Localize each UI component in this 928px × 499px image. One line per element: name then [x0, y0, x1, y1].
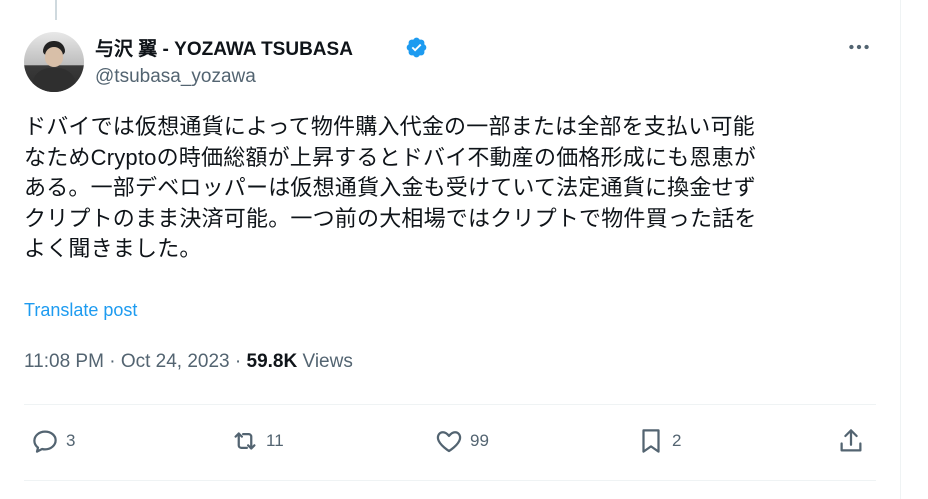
share-icon [840, 429, 862, 452]
like-count: 99 [470, 431, 489, 450]
author-handle[interactable]: @tsubasa_yozawa [95, 66, 256, 88]
reply-count: 3 [66, 431, 76, 450]
bookmark-count: 2 [672, 431, 682, 450]
repost-count: 11 [266, 431, 284, 450]
more-icon[interactable] [846, 34, 872, 60]
tweet-meta: 11:08 PM · Oct 24, 2023 · 59.8K Views [24, 351, 353, 373]
divider [24, 404, 876, 405]
divider [24, 480, 876, 481]
meta-separator: · [234, 351, 242, 372]
author-display-name[interactable]: 与沢 翼 - YOZAWA TSUBASA [95, 34, 353, 61]
tweet-date[interactable]: Oct 24, 2023 [121, 351, 230, 372]
column-border [900, 0, 901, 499]
bookmark-icon [642, 429, 660, 453]
views-count[interactable]: 59.8K [247, 351, 298, 372]
views-label: Views [302, 351, 353, 372]
verified-badge-icon [406, 37, 427, 58]
tweet-body-text: ドバイでは仮想通貨によって物件購入代金の一部または全部を支払い可能 なためCry… [24, 114, 757, 261]
thread-connector-line [55, 0, 57, 20]
repost-icon [234, 432, 256, 450]
meta-separator: · [109, 351, 116, 372]
tweet-time[interactable]: 11:08 PM [24, 351, 104, 372]
like-icon [436, 431, 462, 453]
reply-icon [33, 430, 57, 453]
repost-button[interactable]: 11 [230, 423, 284, 459]
share-button[interactable] [836, 423, 866, 459]
translate-post-link[interactable]: Translate post [24, 300, 137, 321]
avatar[interactable] [24, 32, 84, 92]
reply-button[interactable]: 3 [30, 423, 75, 459]
like-button[interactable]: 99 [434, 423, 489, 459]
bookmark-button[interactable]: 2 [636, 423, 681, 459]
